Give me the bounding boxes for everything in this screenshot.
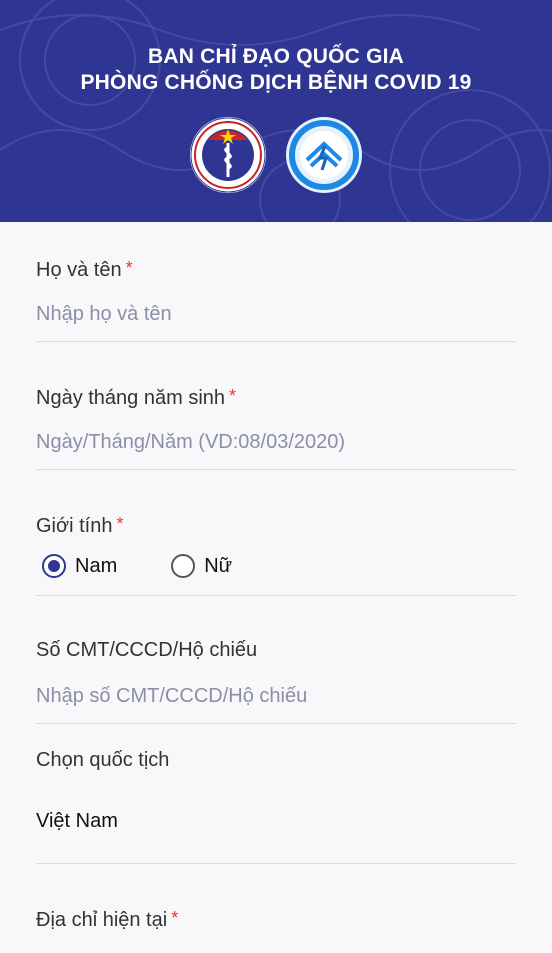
id-number-input[interactable]: Nhập số CMT/CCCD/Hộ chiếu [36,684,307,708]
full-name-field: Họ và tên * Nhập họ và tên [36,256,516,342]
address-label: Địa chỉ hiện tại * [36,906,516,932]
full-name-label-text: Họ và tên [36,259,122,281]
address-label-text: Địa chỉ hiện tại [36,909,168,931]
nationality-select[interactable]: Việt Nam [36,809,118,833]
gender-option-male[interactable]: Nam [42,554,117,578]
nationality-field: Chọn quốc tịch Việt Nam [36,748,516,864]
divider [36,595,516,596]
header-title-line1: BAN CHỈ ĐẠO QUỐC GIA [148,45,404,68]
required-mark: * [125,258,133,278]
id-number-label: Số CMT/CCCD/Hộ chiếu [36,639,258,661]
nationality-label: Chọn quốc tịch [36,749,170,771]
ministry-of-health-logo [190,117,266,193]
radio-unchecked-icon[interactable] [171,554,196,578]
gender-label: Giới tính * [36,512,516,538]
required-mark: * [171,908,179,928]
id-number-field: Số CMT/CCCD/Hộ chiếu Nhập số CMT/CCCD/Hộ… [36,638,516,724]
address-field: Địa chỉ hiện tại * [36,906,516,932]
logos [0,116,552,194]
gender-field: Giới tính * Nam Nữ [36,512,516,596]
dob-label: Ngày tháng năm sinh * [36,384,516,410]
dob-input[interactable]: Ngày/Tháng/Năm (VD:08/03/2020) [36,430,345,454]
required-mark: * [229,386,237,406]
divider [36,863,516,864]
header-title: BAN CHỈ ĐẠO QUỐC GIA PHÒNG CHỐNG DỊCH BỆ… [0,44,552,96]
gender-options: Nam Nữ [42,554,232,578]
gender-label-text: Giới tính [36,515,113,537]
header-title-line2: PHÒNG CHỐNG DỊCH BỆNH COVID 19 [80,71,472,94]
gender-option-female-label: Nữ [204,554,233,577]
divider [36,341,516,342]
gender-option-female[interactable]: Nữ [171,554,232,578]
divider [36,469,516,470]
dob-label-text: Ngày tháng năm sinh [36,387,226,409]
app-header: BAN CHỈ ĐẠO QUỐC GIA PHÒNG CHỐNG DỊCH BỆ… [0,0,552,222]
dob-field: Ngày tháng năm sinh * Ngày/Tháng/Năm (VD:… [36,384,516,470]
radio-checked-icon[interactable] [42,554,66,578]
gender-option-male-label: Nam [75,554,118,577]
divider [36,723,516,724]
full-name-input[interactable]: Nhập họ và tên [36,302,172,326]
required-mark: * [116,514,124,534]
ministry-of-information-logo [286,117,362,193]
full-name-label: Họ và tên * [36,256,516,282]
